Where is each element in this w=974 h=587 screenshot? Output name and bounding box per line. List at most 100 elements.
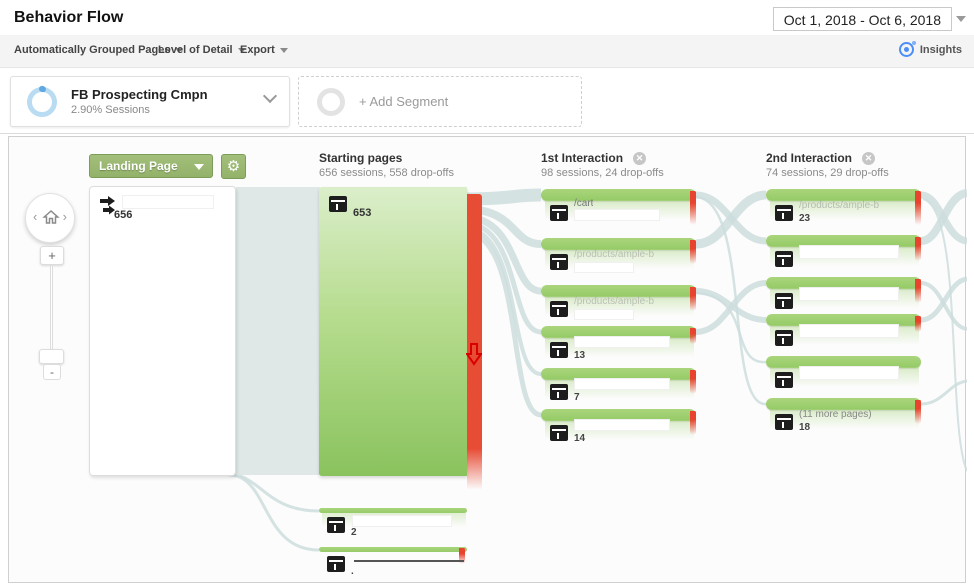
insights-button[interactable]: Insights (899, 42, 962, 57)
dimension-label: Landing Page (99, 159, 178, 173)
date-caret-icon[interactable] (956, 16, 966, 22)
grouping-label: Automatically Grouped Pages (14, 44, 170, 56)
column-title: 2nd Interaction (766, 151, 852, 165)
node-value: 2 (351, 527, 357, 538)
redaction-box (122, 195, 214, 209)
dropoff-drip (915, 237, 921, 261)
add-segment-label: + Add Segment (359, 94, 448, 109)
second-interaction-node[interactable]: /products/ample-b 23 (766, 189, 921, 233)
chevron-down-icon[interactable] (263, 89, 277, 103)
column-title: 1st Interaction (541, 151, 623, 165)
second-interaction-node[interactable]: (11 more pages) 18 (766, 398, 921, 442)
page-icon (550, 342, 568, 358)
page-header: Behavior Flow Oct 1, 2018 - Oct 6, 2018 (0, 0, 974, 35)
page-title: Behavior Flow (14, 9, 123, 27)
page-icon (327, 517, 345, 533)
redaction-box (355, 193, 455, 205)
behavior-flow-canvas: Landing Page ⚙ ‹ › + - Starting pages 65… (8, 136, 966, 583)
first-interaction-node[interactable]: 13 (541, 326, 696, 370)
detail-label: Level of Detail (158, 44, 233, 56)
dimension-selector[interactable]: Landing Page (89, 154, 213, 178)
insights-icon (899, 42, 914, 57)
node-value: 653 (353, 207, 371, 219)
page-icon (775, 293, 793, 309)
page-icon (775, 330, 793, 346)
node-value: 14 (574, 433, 585, 444)
export-menu[interactable]: Export (240, 44, 288, 56)
redaction-box (799, 324, 899, 338)
node-bar (319, 547, 467, 552)
page-icon (550, 301, 568, 317)
starting-extra-node[interactable]: 2 (319, 508, 467, 548)
page-icon (775, 414, 793, 430)
dropoff-drip (690, 370, 696, 394)
page-icon (327, 556, 345, 572)
node-label: /products/ample-b (799, 200, 879, 211)
column-subtitle: 74 sessions, 29 drop-offs (766, 167, 889, 179)
page-icon (775, 205, 793, 221)
node-label: /cart (574, 198, 593, 209)
second-interaction-node[interactable] (766, 314, 921, 358)
column-title: Starting pages (319, 151, 454, 165)
close-column-icon[interactable]: ✕ (633, 152, 646, 165)
node-label: (11 more pages) (799, 409, 872, 420)
toolbar: Automatically Grouped Pages Level of Det… (0, 35, 974, 68)
second-interaction-node[interactable] (766, 235, 921, 279)
home-icon[interactable] (42, 208, 60, 231)
segment-row: FB Prospecting Cmpn 2.90% Sessions + Add… (0, 68, 974, 134)
chevron-down-icon (280, 48, 288, 53)
redaction-box (574, 309, 634, 320)
date-range-selector[interactable]: Oct 1, 2018 - Oct 6, 2018 (773, 7, 952, 31)
dropoff-arrow-icon (466, 342, 482, 371)
add-segment-button[interactable]: + Add Segment (298, 76, 582, 127)
dropoff-drip (915, 316, 921, 332)
node-value: 656 (114, 209, 132, 221)
settings-gear-button[interactable]: ⚙ (221, 154, 246, 179)
zoom-slider-track[interactable] (50, 265, 53, 351)
node-label: /products/ample-b (574, 296, 654, 307)
flow-navigation-control[interactable]: ‹ › (25, 193, 75, 243)
zoom-in-button[interactable]: + (40, 246, 64, 265)
zoom-slider-handle[interactable] (39, 349, 64, 364)
dropoff-drip (915, 400, 921, 424)
pan-right-icon[interactable]: › (63, 209, 67, 224)
node-value: 13 (574, 350, 585, 361)
page-icon (775, 251, 793, 267)
dropoff-drip (915, 279, 921, 303)
node-value: 7 (574, 392, 580, 403)
pan-left-icon[interactable]: ‹ (33, 209, 37, 224)
redaction-box (799, 245, 899, 259)
level-of-detail-menu[interactable]: Level of Detail (158, 44, 246, 56)
segment-sessions: 2.90% Sessions (71, 104, 150, 116)
segment-card[interactable]: FB Prospecting Cmpn 2.90% Sessions (10, 76, 290, 127)
dropoff-drip (690, 328, 696, 344)
redaction-box (574, 336, 670, 348)
dropoff-drip (690, 287, 696, 311)
close-column-icon[interactable]: ✕ (862, 152, 875, 165)
redacted-label-line (354, 560, 464, 562)
first-interaction-node[interactable]: /products/ample-b (541, 238, 696, 282)
segment-donut-icon (27, 87, 57, 117)
page-icon (775, 372, 793, 388)
segment-name: FB Prospecting Cmpn (71, 87, 208, 102)
node-label: /products/ample-b (574, 249, 654, 260)
first-interaction-node[interactable]: 7 (541, 368, 696, 412)
landing-page-node[interactable]: 656 (89, 186, 236, 476)
node-value: . (351, 566, 354, 577)
second-interaction-node[interactable] (766, 356, 921, 400)
page-icon (329, 196, 347, 212)
first-interaction-node[interactable]: /products/ample-b (541, 285, 696, 329)
starting-extra-node[interactable]: . (319, 547, 467, 587)
first-interaction-node[interactable]: /cart (541, 189, 696, 233)
column-subtitle: 656 sessions, 558 drop-offs (319, 167, 454, 179)
zoom-out-button[interactable]: - (43, 364, 61, 380)
dropoff-drip (690, 411, 696, 435)
export-label: Export (240, 44, 275, 56)
chevron-down-icon (194, 164, 204, 170)
first-interaction-node[interactable]: 14 (541, 409, 696, 453)
node-value: 23 (799, 213, 810, 224)
dropoff-drip (915, 191, 921, 225)
redaction-box (574, 378, 670, 390)
insights-label: Insights (920, 44, 962, 56)
starting-pages-node[interactable]: 653 (319, 187, 467, 476)
